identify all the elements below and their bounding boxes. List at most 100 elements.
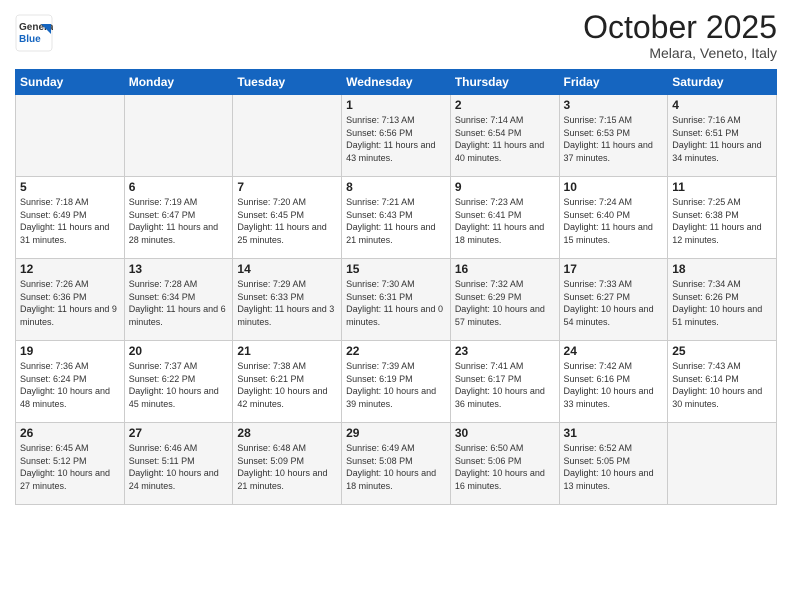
day-number: 15 <box>346 262 446 276</box>
location-subtitle: Melara, Veneto, Italy <box>583 45 777 61</box>
day-number: 7 <box>237 180 337 194</box>
day-info: Sunrise: 7:32 AM Sunset: 6:29 PM Dayligh… <box>455 278 555 328</box>
day-info: Sunrise: 6:48 AM Sunset: 5:09 PM Dayligh… <box>237 442 337 492</box>
day-number: 3 <box>564 98 664 112</box>
day-info: Sunrise: 7:34 AM Sunset: 6:26 PM Dayligh… <box>672 278 772 328</box>
calendar-week-2: 5Sunrise: 7:18 AM Sunset: 6:49 PM Daylig… <box>16 177 777 259</box>
day-number: 18 <box>672 262 772 276</box>
title-block: October 2025 Melara, Veneto, Italy <box>583 10 777 61</box>
calendar-cell: 3 Sunrise: 7:15 AM Sunset: 6:53 PM Daylig… <box>559 95 668 177</box>
day-info: Sunrise: 7:23 AM Sunset: 6:41 PM Dayligh… <box>455 196 555 246</box>
day-info: Sunrise: 7:42 AM Sunset: 6:16 PM Dayligh… <box>564 360 664 410</box>
calendar-cell: 10Sunrise: 7:24 AM Sunset: 6:40 PM Dayli… <box>559 177 668 259</box>
weekday-header-friday: Friday <box>559 70 668 95</box>
calendar-cell: 29Sunrise: 6:49 AM Sunset: 5:08 PM Dayli… <box>342 423 451 505</box>
day-number: 2 <box>455 98 555 112</box>
calendar-cell: 9 Sunrise: 7:23 AM Sunset: 6:41 PM Daylig… <box>450 177 559 259</box>
calendar-cell: 11 Sunrise: 7:25 AM Sunset: 6:38 PM Dayli… <box>668 177 777 259</box>
calendar-cell: 31Sunrise: 6:52 AM Sunset: 5:05 PM Dayli… <box>559 423 668 505</box>
calendar-cell: 15 Sunrise: 7:30 AM Sunset: 6:31 PM Dayli… <box>342 259 451 341</box>
calendar-cell <box>668 423 777 505</box>
calendar-cell: 12 Sunrise: 7:26 AM Sunset: 6:36 PM Dayli… <box>16 259 125 341</box>
day-info: Sunrise: 6:50 AM Sunset: 5:06 PM Dayligh… <box>455 442 555 492</box>
day-info: Sunrise: 7:28 AM Sunset: 6:34 PM Dayligh… <box>129 278 229 328</box>
calendar-cell <box>233 95 342 177</box>
day-number: 21 <box>237 344 337 358</box>
calendar-cell: 1 Sunrise: 7:13 AM Sunset: 6:56 PM Daylig… <box>342 95 451 177</box>
weekday-header-sunday: Sunday <box>16 70 125 95</box>
weekday-header-tuesday: Tuesday <box>233 70 342 95</box>
day-info: Sunrise: 6:46 AM Sunset: 5:11 PM Dayligh… <box>129 442 229 492</box>
day-info: Sunrise: 7:43 AM Sunset: 6:14 PM Dayligh… <box>672 360 772 410</box>
day-info: Sunrise: 6:49 AM Sunset: 5:08 PM Dayligh… <box>346 442 446 492</box>
calendar-cell: 6 Sunrise: 7:19 AM Sunset: 6:47 PM Daylig… <box>124 177 233 259</box>
day-number: 5 <box>20 180 120 194</box>
day-number: 25 <box>672 344 772 358</box>
day-number: 1 <box>346 98 446 112</box>
calendar-week-1: 1 Sunrise: 7:13 AM Sunset: 6:56 PM Daylig… <box>16 95 777 177</box>
logo-icon: General Blue <box>15 14 53 52</box>
day-number: 20 <box>129 344 229 358</box>
day-number: 4 <box>672 98 772 112</box>
calendar-cell: 26 Sunrise: 6:45 AM Sunset: 5:12 PM Dayli… <box>16 423 125 505</box>
calendar-cell: 21Sunrise: 7:38 AM Sunset: 6:21 PM Dayli… <box>233 341 342 423</box>
calendar-cell: 22 Sunrise: 7:39 AM Sunset: 6:19 PM Dayli… <box>342 341 451 423</box>
day-info: Sunrise: 7:15 AM Sunset: 6:53 PM Dayligh… <box>564 114 664 164</box>
calendar-cell: 19 Sunrise: 7:36 AM Sunset: 6:24 PM Dayli… <box>16 341 125 423</box>
day-info: Sunrise: 7:14 AM Sunset: 6:54 PM Dayligh… <box>455 114 555 164</box>
day-info: Sunrise: 7:20 AM Sunset: 6:45 PM Dayligh… <box>237 196 337 246</box>
day-info: Sunrise: 7:30 AM Sunset: 6:31 PM Dayligh… <box>346 278 446 328</box>
day-info: Sunrise: 7:13 AM Sunset: 6:56 PM Dayligh… <box>346 114 446 164</box>
day-info: Sunrise: 7:37 AM Sunset: 6:22 PM Dayligh… <box>129 360 229 410</box>
calendar-table: SundayMondayTuesdayWednesdayThursdayFrid… <box>15 69 777 505</box>
day-number: 11 <box>672 180 772 194</box>
page: General Blue October 2025 Melara, Veneto… <box>0 0 792 612</box>
calendar-cell: 4Sunrise: 7:16 AM Sunset: 6:51 PM Daylig… <box>668 95 777 177</box>
calendar-cell: 25 Sunrise: 7:43 AM Sunset: 6:14 PM Dayli… <box>668 341 777 423</box>
svg-text:Blue: Blue <box>19 34 41 45</box>
day-number: 8 <box>346 180 446 194</box>
day-number: 26 <box>20 426 120 440</box>
calendar-cell: 18 Sunrise: 7:34 AM Sunset: 6:26 PM Dayli… <box>668 259 777 341</box>
day-info: Sunrise: 7:25 AM Sunset: 6:38 PM Dayligh… <box>672 196 772 246</box>
calendar-cell: 13Sunrise: 7:28 AM Sunset: 6:34 PM Dayli… <box>124 259 233 341</box>
day-info: Sunrise: 7:24 AM Sunset: 6:40 PM Dayligh… <box>564 196 664 246</box>
weekday-header-saturday: Saturday <box>668 70 777 95</box>
calendar-cell: 23Sunrise: 7:41 AM Sunset: 6:17 PM Dayli… <box>450 341 559 423</box>
calendar-cell <box>16 95 125 177</box>
calendar-cell: 16 Sunrise: 7:32 AM Sunset: 6:29 PM Dayli… <box>450 259 559 341</box>
month-title: October 2025 <box>583 10 777 45</box>
day-number: 31 <box>564 426 664 440</box>
day-number: 22 <box>346 344 446 358</box>
day-info: Sunrise: 7:36 AM Sunset: 6:24 PM Dayligh… <box>20 360 120 410</box>
day-info: Sunrise: 7:29 AM Sunset: 6:33 PM Dayligh… <box>237 278 337 328</box>
day-number: 9 <box>455 180 555 194</box>
day-number: 30 <box>455 426 555 440</box>
calendar-cell: 8Sunrise: 7:21 AM Sunset: 6:43 PM Daylig… <box>342 177 451 259</box>
day-info: Sunrise: 7:39 AM Sunset: 6:19 PM Dayligh… <box>346 360 446 410</box>
calendar-cell: 27 Sunrise: 6:46 AM Sunset: 5:11 PM Dayli… <box>124 423 233 505</box>
day-number: 19 <box>20 344 120 358</box>
day-number: 6 <box>129 180 229 194</box>
calendar-cell: 30 Sunrise: 6:50 AM Sunset: 5:06 PM Dayli… <box>450 423 559 505</box>
day-number: 16 <box>455 262 555 276</box>
calendar-week-3: 12 Sunrise: 7:26 AM Sunset: 6:36 PM Dayli… <box>16 259 777 341</box>
day-number: 23 <box>455 344 555 358</box>
day-info: Sunrise: 7:19 AM Sunset: 6:47 PM Dayligh… <box>129 196 229 246</box>
day-number: 12 <box>20 262 120 276</box>
calendar-cell: 17 Sunrise: 7:33 AM Sunset: 6:27 PM Dayli… <box>559 259 668 341</box>
day-info: Sunrise: 7:33 AM Sunset: 6:27 PM Dayligh… <box>564 278 664 328</box>
day-number: 27 <box>129 426 229 440</box>
logo: General Blue <box>15 14 53 57</box>
calendar-cell: 20 Sunrise: 7:37 AM Sunset: 6:22 PM Dayli… <box>124 341 233 423</box>
calendar-cell: 28Sunrise: 6:48 AM Sunset: 5:09 PM Dayli… <box>233 423 342 505</box>
calendar-cell: 2 Sunrise: 7:14 AM Sunset: 6:54 PM Daylig… <box>450 95 559 177</box>
calendar-cell: 5Sunrise: 7:18 AM Sunset: 6:49 PM Daylig… <box>16 177 125 259</box>
day-info: Sunrise: 6:45 AM Sunset: 5:12 PM Dayligh… <box>20 442 120 492</box>
day-number: 17 <box>564 262 664 276</box>
header: General Blue October 2025 Melara, Veneto… <box>15 10 777 61</box>
calendar-cell <box>124 95 233 177</box>
day-info: Sunrise: 7:26 AM Sunset: 6:36 PM Dayligh… <box>20 278 120 328</box>
calendar-week-5: 26 Sunrise: 6:45 AM Sunset: 5:12 PM Dayli… <box>16 423 777 505</box>
calendar-cell: 24Sunrise: 7:42 AM Sunset: 6:16 PM Dayli… <box>559 341 668 423</box>
